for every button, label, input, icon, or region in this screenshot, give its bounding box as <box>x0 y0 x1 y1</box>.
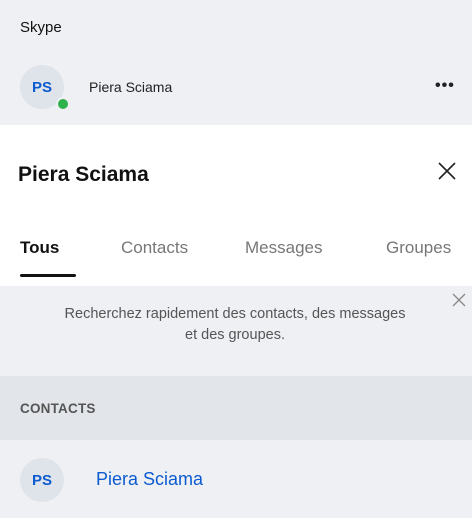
user-profile-bar: PS Piera Sciama ••• <box>0 47 472 125</box>
search-tip-banner: Recherchez rapidement des contacts, des … <box>0 286 472 376</box>
more-options-icon[interactable]: ••• <box>435 75 461 97</box>
contact-name[interactable]: Piera Sciama <box>96 469 203 490</box>
active-tab-indicator <box>20 274 76 277</box>
dismiss-tip-icon[interactable] <box>451 292 467 308</box>
tab-contacts[interactable]: Contacts <box>121 238 188 258</box>
search-query-heading: Piera Sciama <box>18 163 149 186</box>
avatar-initials: PS <box>31 78 52 96</box>
tab-groups[interactable]: Groupes <box>386 238 451 258</box>
avatar: PS <box>20 458 64 502</box>
user-name[interactable]: Piera Sciama <box>89 79 172 95</box>
avatar-initials: PS <box>31 471 52 489</box>
app-title: Skype <box>20 19 62 36</box>
online-status-icon <box>56 97 70 111</box>
section-label: CONTACTS <box>20 401 96 416</box>
tab-all[interactable]: Tous <box>20 238 59 258</box>
contacts-section-header: CONTACTS <box>0 376 472 440</box>
list-item[interactable]: PS Piera Sciama <box>0 440 472 518</box>
close-icon[interactable] <box>436 160 458 182</box>
search-results-panel: Piera Sciama Tous Contacts Messages Grou… <box>0 125 472 518</box>
title-bar: Skype <box>0 0 472 47</box>
search-tip-text: Recherchez rapidement des contacts, des … <box>64 306 406 343</box>
search-tabs: Tous Contacts Messages Groupes <box>0 238 472 278</box>
tab-messages[interactable]: Messages <box>245 238 322 258</box>
